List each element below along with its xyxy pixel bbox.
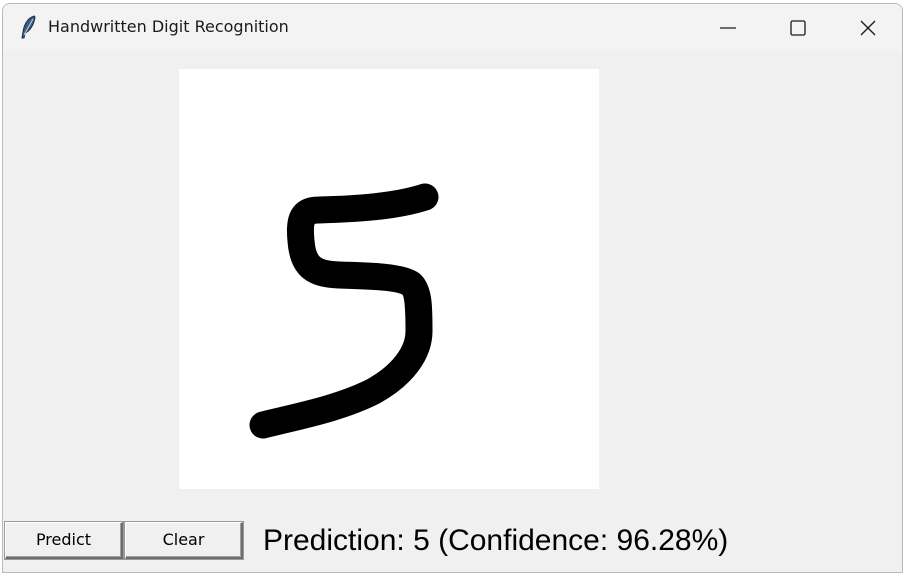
maximize-icon <box>790 20 806 36</box>
clear-button[interactable]: Clear <box>125 522 243 559</box>
close-button[interactable] <box>833 4 902 51</box>
title-bar[interactable]: Handwritten Digit Recognition <box>3 4 902 51</box>
handwritten-digit-stroke <box>249 183 439 439</box>
window-title: Handwritten Digit Recognition <box>48 17 289 36</box>
close-icon <box>860 20 876 36</box>
app-window: Handwritten Digit Recognition Predict Cl… <box>2 3 903 573</box>
drawing-canvas[interactable] <box>179 69 599 489</box>
prediction-label: Prediction: 5 (Confidence: 96.28%) <box>263 524 729 557</box>
predict-button[interactable]: Predict <box>5 522 123 559</box>
minimize-button[interactable] <box>693 4 763 51</box>
maximize-button[interactable] <box>763 4 833 51</box>
minimize-icon <box>720 27 736 29</box>
feather-icon <box>19 15 39 39</box>
